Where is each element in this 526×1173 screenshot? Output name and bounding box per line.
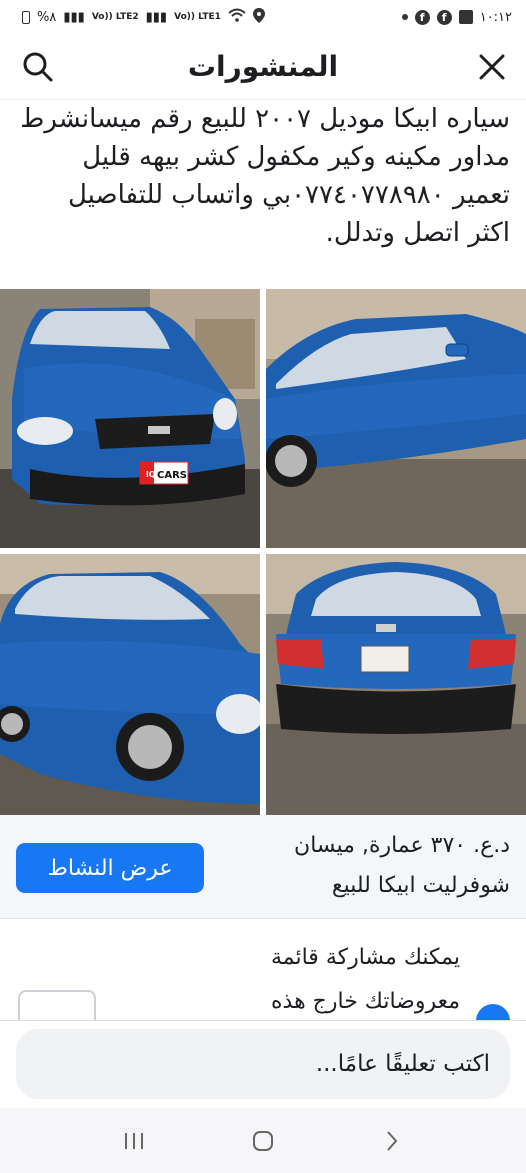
share-section: يمكنك مشاركة قائمة معروضاتك خارج هذه — [0, 920, 526, 1020]
battery-level: %٨ — [37, 9, 57, 25]
recent-apps-icon — [125, 1132, 144, 1149]
share-text: يمكنك مشاركة قائمة معروضاتك خارج هذه — [160, 936, 460, 1020]
home-button[interactable] — [243, 1121, 283, 1161]
view-activity-button[interactable]: عرض النشاط — [16, 843, 204, 893]
gallery-icon — [458, 10, 473, 24]
share-text-line-2: معروضاتك خارج هذه — [271, 989, 460, 1014]
notification-dot-icon — [401, 14, 408, 20]
clock: ١٠:١٢ — [479, 9, 512, 25]
back-button[interactable] — [372, 1121, 412, 1161]
share-card-thumbnail[interactable] — [18, 990, 96, 1020]
sim1-label: Vo)) LTE1 — [174, 11, 221, 22]
svg-text:CARS: CARS — [157, 470, 187, 481]
wifi-icon — [228, 8, 246, 26]
page-title: المنشورات — [187, 50, 339, 83]
signal-icon: ▮▮▮ — [63, 9, 85, 25]
search-icon — [23, 52, 53, 82]
status-right: f f ١٠:١٢ — [401, 9, 512, 25]
car-photo-front[interactable]: iQ CARS — [0, 289, 260, 548]
signal-icon-2: ▮▮▮ — [145, 9, 168, 25]
car-photo-rear[interactable] — [266, 554, 526, 815]
messenger-icon[interactable] — [476, 1004, 510, 1020]
listing-price-location: د.ع. ٣٧٠ عمارة, ميسان — [294, 833, 510, 858]
car-photo-side-angle[interactable] — [0, 554, 260, 815]
close-icon — [479, 54, 505, 80]
share-text-line-1: يمكنك مشاركة قائمة — [270, 945, 460, 970]
facebook-icon-2: f — [436, 9, 452, 25]
listing-info[interactable]: د.ع. ٣٧٠ عمارة, ميسان شوفرليت ابيكا للبي… — [0, 815, 526, 919]
listing-title: شوفرليت ابيكا للبيع — [331, 873, 510, 898]
comment-bar: اكتب تعليقًا عامًا... — [0, 1020, 526, 1108]
close-button[interactable] — [474, 49, 510, 85]
search-button[interactable] — [20, 49, 56, 85]
recent-apps-button[interactable] — [114, 1121, 154, 1161]
battery-icon — [22, 10, 30, 24]
status-left: %٨ ▮▮▮ Vo)) LTE2 ▮▮▮ Vo)) LTE1 — [22, 7, 265, 27]
photo-grid: iQ CARS — [0, 289, 526, 815]
facebook-icon: f — [414, 9, 430, 25]
svg-text:iQ: iQ — [146, 470, 156, 479]
location-icon — [252, 7, 265, 27]
home-icon — [252, 1130, 273, 1151]
back-icon — [386, 1130, 397, 1151]
app-header: المنشورات — [0, 34, 526, 100]
sim2-label: Vo)) LTE2 — [91, 11, 139, 22]
car-photo-side[interactable] — [266, 289, 526, 548]
status-bar: %٨ ▮▮▮ Vo)) LTE2 ▮▮▮ Vo)) LTE1 f f ١٠:١٢ — [0, 0, 526, 34]
post-text: سياره ابيكا موديل ٢٠٠٧ للبيع رقم ميسانشر… — [20, 104, 510, 248]
system-nav-bar — [0, 1108, 526, 1173]
comment-input[interactable]: اكتب تعليقًا عامًا... — [16, 1029, 510, 1099]
